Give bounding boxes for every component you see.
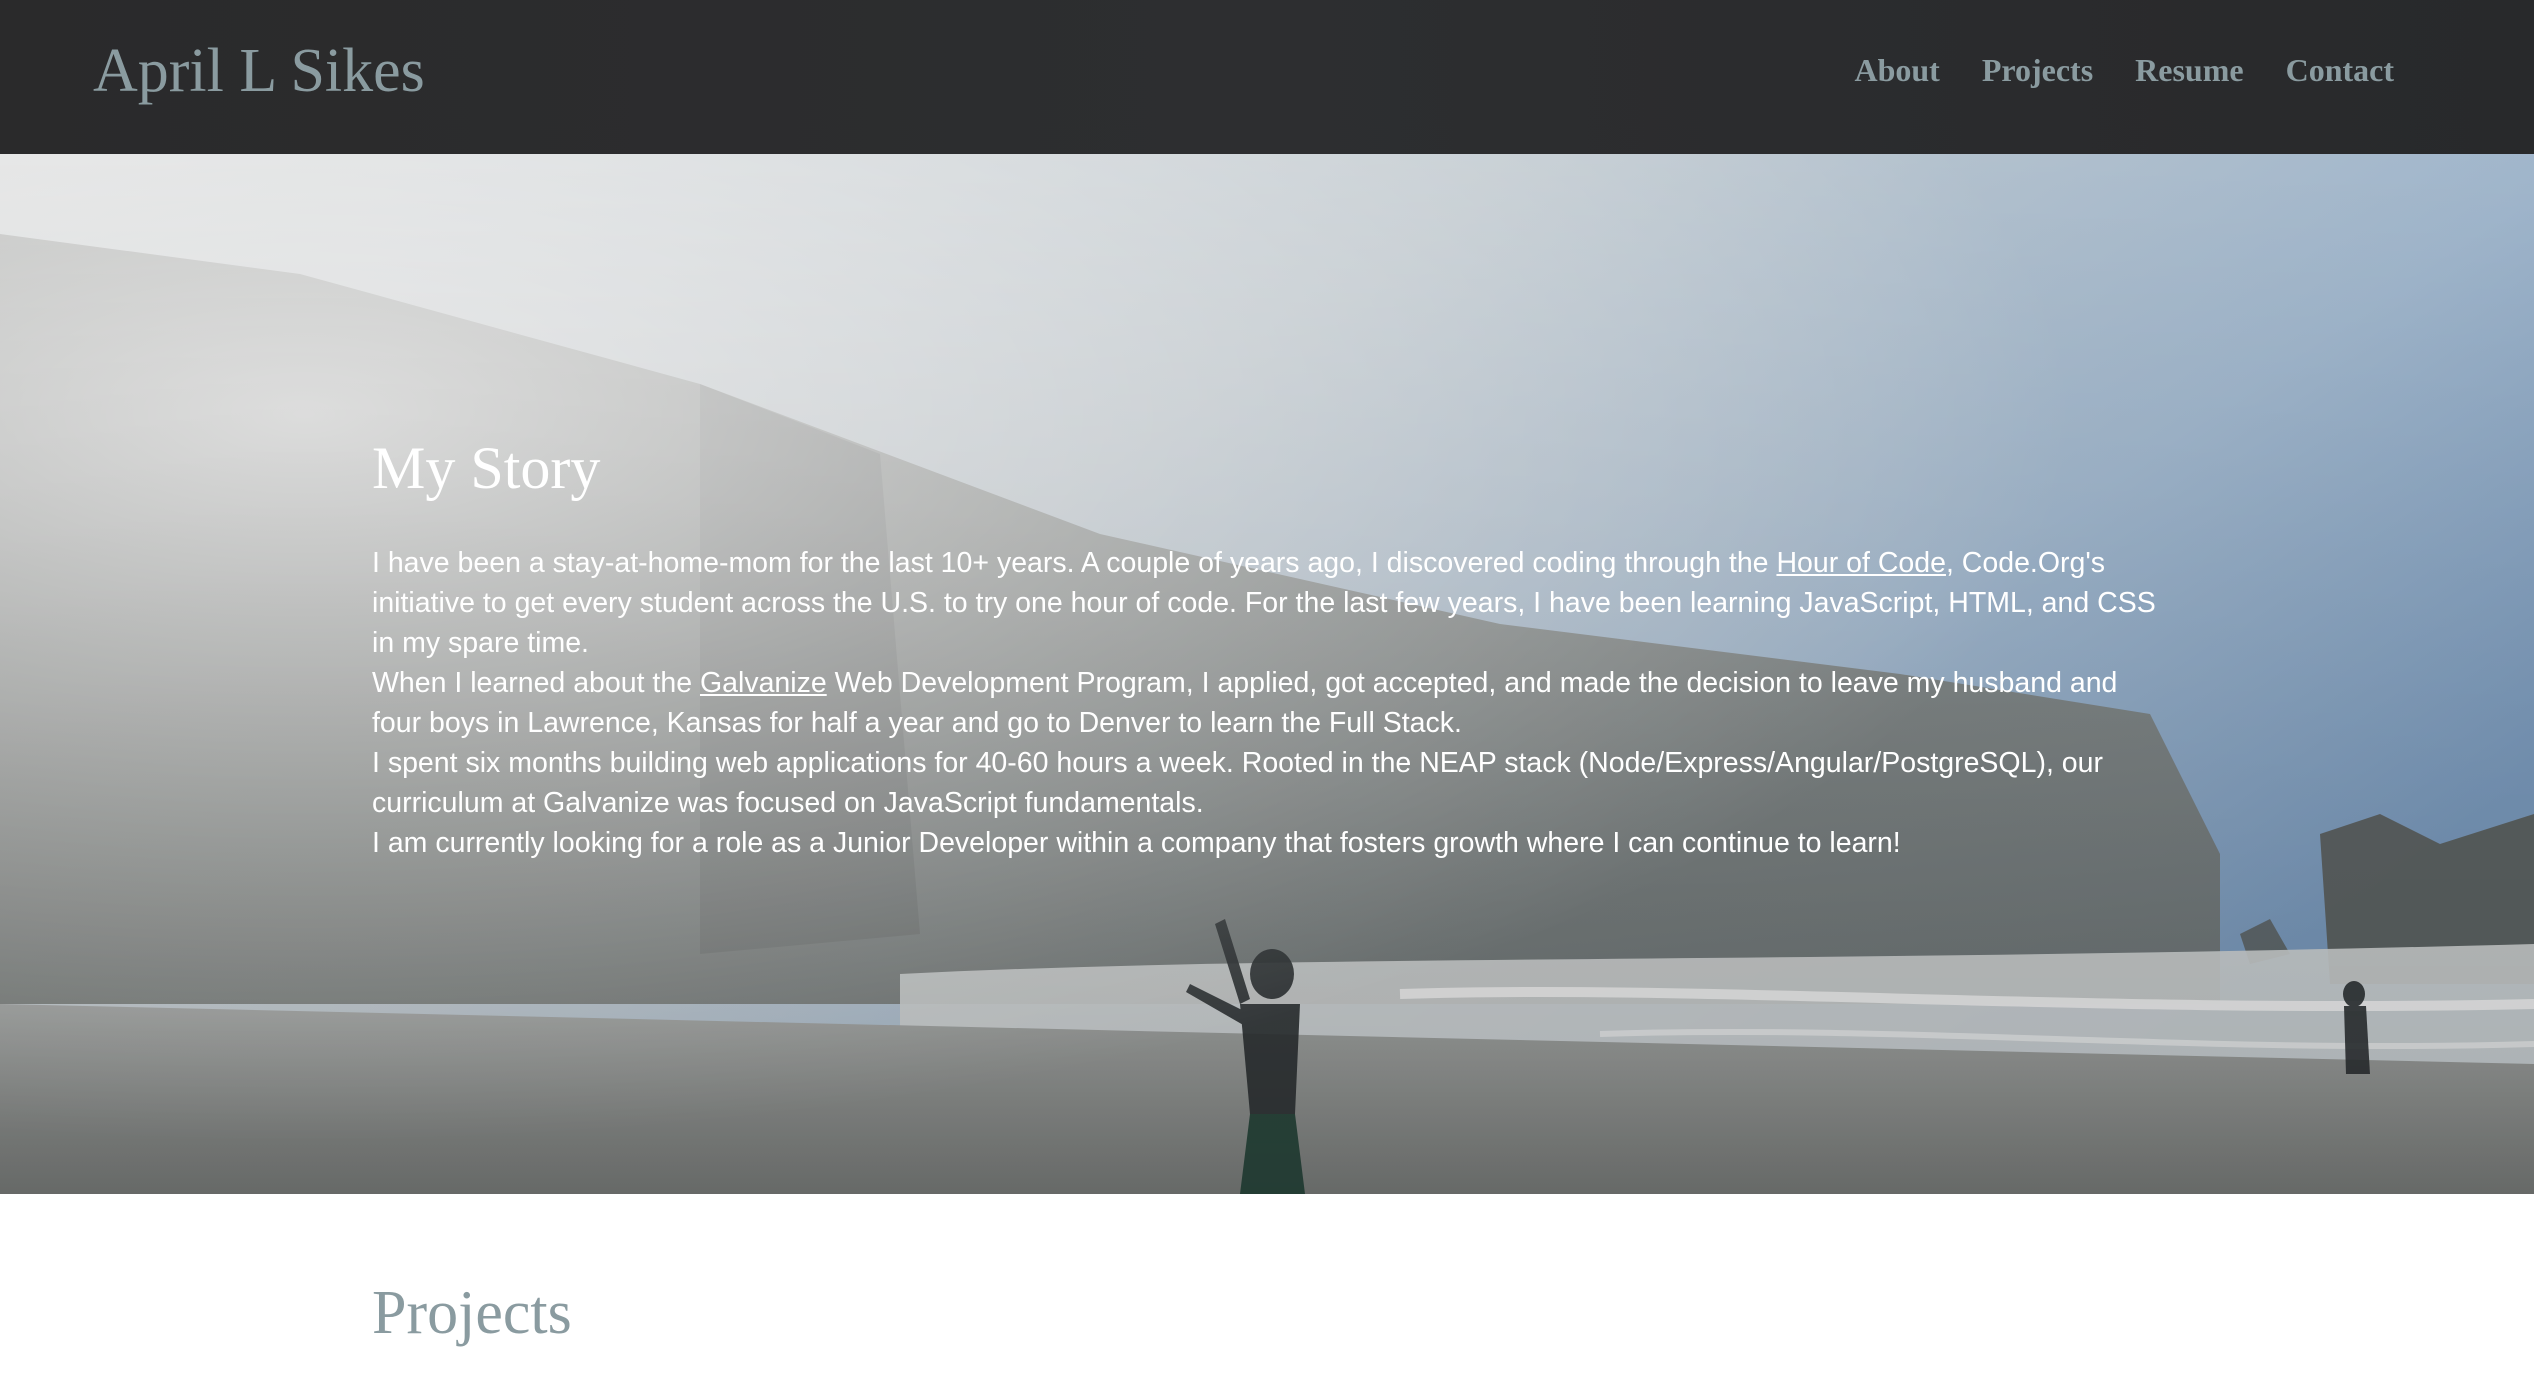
nav-link-resume[interactable]: Resume [2135, 52, 2243, 89]
top-navbar: April L Sikes About Projects Resume Cont… [0, 0, 2534, 154]
about-hero-section: My Story I have been a stay-at-home-mom … [0, 154, 2534, 1194]
story-paragraph: When I learned about the Galvanize Web D… [372, 663, 2172, 743]
nav-link-contact[interactable]: Contact [2286, 52, 2394, 89]
my-story-heading: My Story [372, 435, 601, 501]
nav-link-about[interactable]: About [1854, 52, 1939, 89]
story-paragraph: I have been a stay-at-home-mom for the l… [372, 543, 2172, 663]
site-brand-link[interactable]: April L Sikes [93, 36, 425, 107]
my-story-block: My Story I have been a stay-at-home-mom … [372, 434, 2172, 863]
galvanize-link[interactable]: Galvanize [700, 667, 827, 699]
hour-of-code-link[interactable]: Hour of Code [1776, 547, 1946, 579]
main-nav: About Projects Resume Contact [1854, 52, 2394, 89]
story-text: When I learned about the [372, 667, 700, 699]
story-paragraph: I spent six months building web applicat… [372, 747, 2103, 819]
story-paragraph: I am currently looking for a role as a J… [372, 827, 1901, 859]
story-text: I have been a stay-at-home-mom for the l… [372, 547, 1777, 579]
projects-heading: Projects [372, 1279, 572, 1347]
nav-link-projects[interactable]: Projects [1982, 52, 2093, 89]
